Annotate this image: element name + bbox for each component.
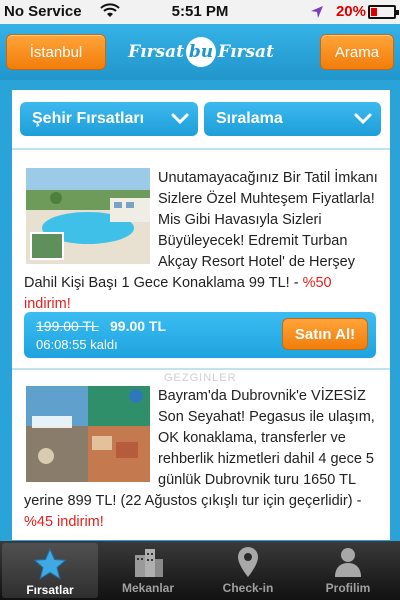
sort-dropdown[interactable]: Sıralama <box>204 102 381 136</box>
battery-percent: 20% <box>335 3 366 20</box>
status-bar: No Service 5:51 PM 20% <box>0 0 400 24</box>
city-button[interactable]: İstanbul <box>6 34 106 70</box>
tab-firsatlar[interactable]: Fırsatlar <box>2 543 98 598</box>
countdown-timer: 06:08:55 kaldı <box>36 337 118 352</box>
map-pin-icon <box>238 547 258 577</box>
discount-label: %45 indirim! <box>24 514 104 530</box>
old-price: 199.00 TL <box>36 318 99 334</box>
deal-item[interactable]: Bayram'da Dubrovnik'e VİZESİZ Son Seyaha… <box>12 372 390 540</box>
buy-button[interactable]: Satın Al! <box>282 318 368 350</box>
chevron-down-icon <box>354 113 372 125</box>
city-deals-dropdown[interactable]: Şehir Fırsatları <box>20 102 198 136</box>
tab-mekanlar[interactable]: Mekanlar <box>98 541 198 600</box>
tab-bar: Fırsatlar Mekanlar Check-in Profilim <box>0 541 400 600</box>
deal-description: Bayram'da Dubrovnik'e VİZESİZ Son Seyaha… <box>24 388 375 530</box>
city-deals-label: Şehir Fırsatları <box>32 110 145 127</box>
deal-description: Unutamayacağınız Bir Tatil İmkanı Sizler… <box>24 170 378 312</box>
search-button[interactable]: Arama <box>320 34 394 70</box>
chevron-down-icon <box>171 113 189 125</box>
battery-icon <box>368 5 399 19</box>
deals-panel: Şehir Fırsatları Sıralama Unutamayacağın… <box>12 90 390 540</box>
header-bar: İstanbul Fırsat bu Fırsat Arama <box>0 24 400 80</box>
filter-bar: Şehir Fırsatları Sıralama <box>12 90 390 150</box>
person-icon <box>335 548 361 577</box>
star-icon <box>33 547 67 580</box>
new-price: 99.00 TL <box>110 318 167 334</box>
buildings-icon <box>135 549 163 577</box>
tab-check-in[interactable]: Check-in <box>198 541 298 600</box>
deal-item[interactable]: Unutamayacağınız Bir Tatil İmkanı Sizler… <box>12 152 390 370</box>
location-arrow-icon <box>311 6 323 18</box>
price-bar: 199.00 TL 99.00 TL 06:08:55 kaldı Satın … <box>24 312 376 358</box>
sort-label: Sıralama <box>216 110 283 127</box>
app-logo: Fırsat bu Fırsat <box>128 34 274 70</box>
tab-profilim[interactable]: Profilim <box>298 541 398 600</box>
